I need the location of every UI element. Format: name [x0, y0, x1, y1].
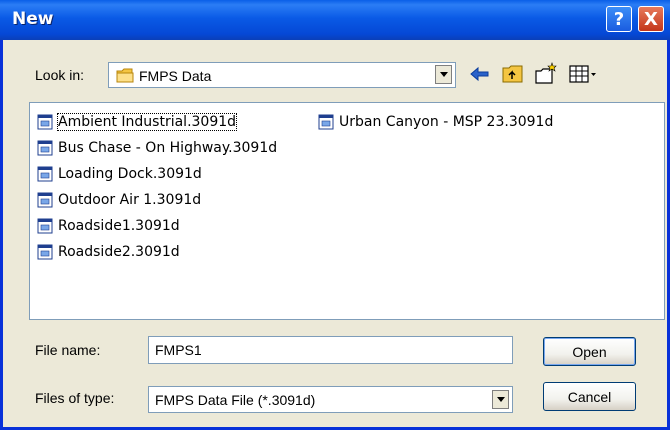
- data-file-icon: [37, 244, 53, 260]
- close-button[interactable]: X: [638, 6, 664, 32]
- file-name: Urban Canyon - MSP 23.3091d: [339, 114, 554, 130]
- files-of-type-dropdown-button[interactable]: [492, 390, 509, 409]
- data-file-icon: [37, 218, 53, 234]
- back-arrow-icon[interactable]: [468, 62, 492, 86]
- up-folder-icon[interactable]: [501, 62, 525, 86]
- list-item[interactable]: Roadside1.3091d: [37, 215, 180, 237]
- help-icon: ?: [613, 8, 625, 30]
- title-bar[interactable]: New ? X: [0, 0, 670, 40]
- list-item[interactable]: Urban Canyon - MSP 23.3091d: [318, 111, 553, 133]
- file-name: Outdoor Air 1.3091d: [58, 192, 202, 208]
- look-in-label: Look in:: [35, 67, 85, 83]
- file-name-label: File name:: [35, 342, 101, 358]
- data-file-icon: [37, 140, 53, 156]
- file-name: Roadside1.3091d: [58, 218, 180, 234]
- files-of-type-value: FMPS Data File (*.3091d): [155, 392, 316, 408]
- data-file-icon: [37, 114, 53, 130]
- list-item[interactable]: Outdoor Air 1.3091d: [37, 189, 201, 211]
- data-file-icon: [318, 114, 334, 130]
- chevron-down-icon: [496, 397, 505, 402]
- cancel-button[interactable]: Cancel: [543, 382, 636, 411]
- chevron-down-icon: [439, 72, 448, 77]
- list-item[interactable]: Roadside2.3091d: [37, 241, 180, 263]
- close-icon: X: [644, 8, 658, 30]
- window-title: New: [12, 9, 54, 29]
- list-item[interactable]: Loading Dock.3091d: [37, 163, 202, 185]
- open-file-dialog: New ? X Look in: FMPS Data Ambient Indus…: [0, 0, 670, 430]
- files-of-type-dropdown[interactable]: FMPS Data File (*.3091d): [148, 386, 513, 413]
- new-folder-icon[interactable]: [534, 62, 558, 86]
- look-in-value: FMPS Data: [139, 68, 212, 84]
- file-name-input[interactable]: FMPS1: [148, 336, 513, 364]
- open-button[interactable]: Open: [543, 337, 636, 366]
- data-file-icon: [37, 166, 53, 182]
- file-name: Roadside2.3091d: [58, 244, 180, 260]
- list-item[interactable]: Ambient Industrial.3091d: [37, 111, 238, 133]
- file-name: Bus Chase - On Highway.3091d: [58, 140, 278, 156]
- folder-icon: [116, 68, 134, 83]
- look-in-dropdown[interactable]: FMPS Data: [108, 62, 456, 88]
- look-in-dropdown-button[interactable]: [435, 65, 452, 84]
- file-name: Ambient Industrial.3091d: [56, 113, 238, 131]
- file-name: Loading Dock.3091d: [58, 166, 202, 182]
- view-menu-icon[interactable]: [568, 62, 598, 86]
- help-button[interactable]: ?: [606, 6, 632, 32]
- data-file-icon: [37, 192, 53, 208]
- list-item[interactable]: Bus Chase - On Highway.3091d: [37, 137, 277, 159]
- files-of-type-label: Files of type:: [35, 390, 115, 406]
- file-list[interactable]: Ambient Industrial.3091d Bus Chase - On …: [29, 102, 665, 320]
